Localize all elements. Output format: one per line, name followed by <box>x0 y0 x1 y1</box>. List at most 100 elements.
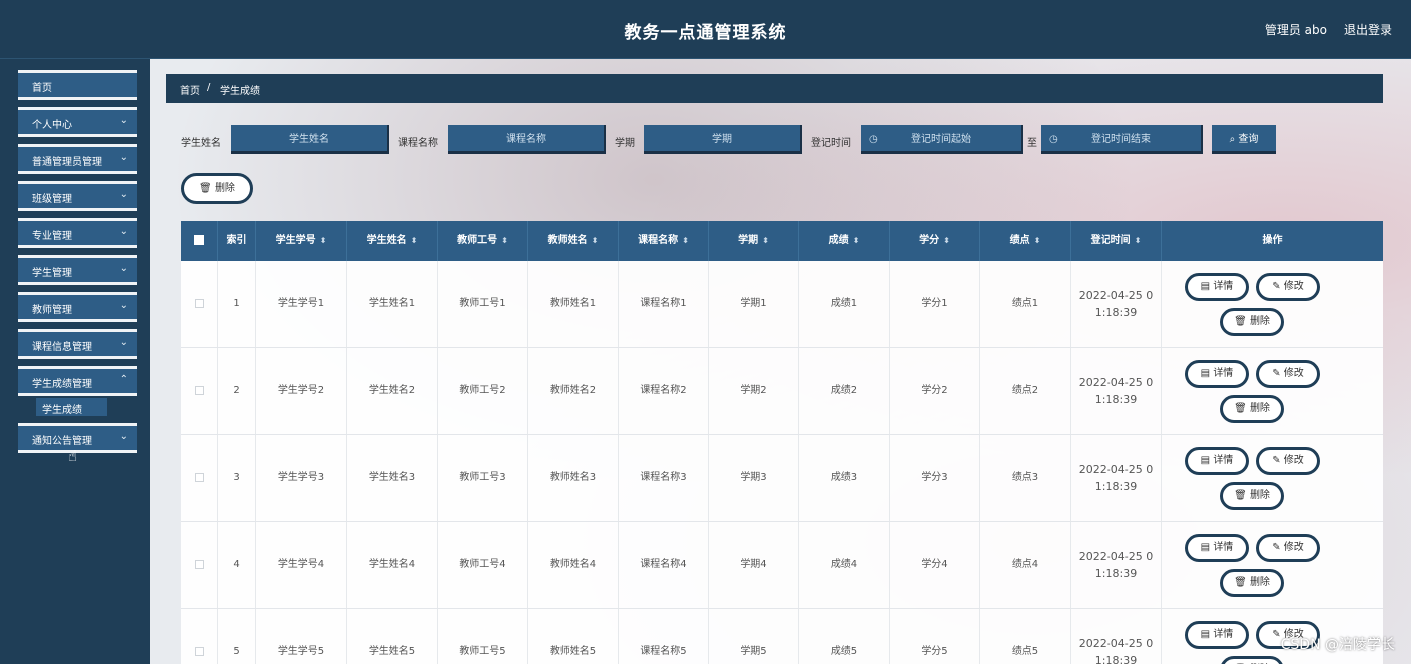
cell-course: 课程名称2 <box>619 348 709 434</box>
cell-index: 5 <box>218 609 256 664</box>
document-icon: ▤ <box>1200 629 1214 640</box>
cell-score: 成绩4 <box>799 522 890 608</box>
edit-button[interactable]: ✎ 修改 <box>1256 273 1320 301</box>
table-row: 4 学生学号4 学生姓名4 教师工号4 教师姓名4 课程名称4 学期4 成绩4 学分4 绩点4 20… <box>181 522 1383 609</box>
header-term[interactable]: 学期 ⬍ <box>709 221 799 261</box>
table-row: 1 学生学号1 学生姓名1 教师工号1 教师姓名1 课程名称1 学期1 成绩1 学分1 绩点1 20… <box>181 261 1383 348</box>
sidebar-item-label: 首页 <box>32 83 52 94</box>
sidebar-item-class-management[interactable]: 班级管理 ⌄ <box>18 181 137 211</box>
sidebar-item-major-management[interactable]: 专业管理 ⌄ <box>18 218 137 248</box>
pencil-icon: ✎ <box>1272 368 1284 379</box>
edit-button-label: 修改 <box>1283 368 1304 379</box>
delete-button-label: 删除 <box>1249 577 1270 588</box>
sidebar-item-label: 课程信息管理 <box>32 342 92 353</box>
sidebar-item-notice-management[interactable]: 通知公告管理 ⌄ <box>18 423 137 453</box>
edit-button[interactable]: ✎ 修改 <box>1256 360 1320 388</box>
cell-time: 2022-04-25 0 1:18:39 <box>1071 261 1162 347</box>
search-icon: ⌕ <box>1229 134 1236 145</box>
cell-gpa: 绩点3 <box>980 435 1071 521</box>
cell-time-line: 2022-04-25 0 <box>1078 463 1154 476</box>
student-name-input[interactable]: 学生姓名 <box>231 125 389 154</box>
query-button[interactable]: ⌕ 查询 <box>1212 125 1276 154</box>
cell-index: 2 <box>218 348 256 434</box>
watermark: CSDN @涪陵学长 <box>1280 637 1395 653</box>
delete-button[interactable]: 🗑 删除 <box>1220 308 1284 336</box>
current-user: 管理员 abo <box>1264 23 1327 37</box>
sidebar-item-admin-management[interactable]: 普通管理员管理 ⌄ <box>18 144 137 174</box>
cell-student-no: 学生学号3 <box>256 435 347 521</box>
header-student-no[interactable]: 学生学号 ⬍ <box>256 221 347 261</box>
sidebar-item-personal-center[interactable]: 个人中心 ⌄ <box>18 107 137 137</box>
cell-teacher-name: 教师姓名1 <box>528 261 619 347</box>
time-start-input[interactable]: ◷ 登记时间起始 <box>861 125 1023 154</box>
sidebar-item-student-management[interactable]: 学生管理 ⌄ <box>18 255 137 285</box>
cell-term: 学期2 <box>709 348 799 434</box>
header-teacher-name[interactable]: 教师姓名 ⬍ <box>528 221 619 261</box>
sort-icon: ⬍ <box>319 236 327 245</box>
detail-button[interactable]: ▤ 详情 <box>1185 447 1249 475</box>
detail-button[interactable]: ▤ 详情 <box>1185 273 1249 301</box>
term-input[interactable]: 学期 <box>644 125 802 154</box>
header-score[interactable]: 成绩 ⬍ <box>799 221 890 261</box>
cell-teacher-name: 教师姓名4 <box>528 522 619 608</box>
header-teacher-no[interactable]: 教师工号 ⬍ <box>438 221 528 261</box>
breadcrumb-home[interactable]: 首页 <box>180 82 200 97</box>
detail-button-label: 详情 <box>1213 455 1234 466</box>
sidebar-item-score-management[interactable]: 学生成绩管理 ⌃ <box>18 366 137 396</box>
course-name-input[interactable]: 课程名称 <box>448 125 606 154</box>
select-all-checkbox[interactable] <box>181 221 218 261</box>
sidebar-item-home[interactable]: 首页 <box>18 70 137 100</box>
edit-button[interactable]: ✎ 修改 <box>1256 534 1320 562</box>
breadcrumb: 首页 / 学生成绩 <box>166 74 1383 103</box>
row-checkbox[interactable] <box>181 609 218 664</box>
sidebar-subitem-student-score[interactable]: 学生成绩 <box>36 398 107 416</box>
detail-button[interactable]: ▤ 详情 <box>1185 621 1249 649</box>
delete-button[interactable]: 🗑 删除 <box>1220 656 1284 664</box>
cell-actions: ▤ 详情✎ 修改 🗑 删除 <box>1162 435 1383 521</box>
cell-time-line: 2022-04-25 0 <box>1078 376 1154 389</box>
delete-button[interactable]: 🗑 删除 <box>1220 482 1284 510</box>
chevron-down-icon: ⌄ <box>119 226 128 237</box>
delete-button[interactable]: 🗑 删除 <box>1220 569 1284 597</box>
header-gpa[interactable]: 绩点 ⬍ <box>980 221 1071 261</box>
header-credit[interactable]: 学分 ⬍ <box>890 221 980 261</box>
course-name-label: 课程名称 <box>398 138 438 149</box>
row-checkbox[interactable] <box>181 435 218 521</box>
detail-button[interactable]: ▤ 详情 <box>1185 534 1249 562</box>
document-icon: ▤ <box>1200 542 1214 553</box>
sort-icon: ⬍ <box>501 236 508 245</box>
edit-button[interactable]: ✎ 修改 <box>1256 447 1320 475</box>
document-icon: ▤ <box>1200 368 1214 379</box>
app-title: 教务一点通管理系统 <box>624 23 787 43</box>
row-checkbox[interactable] <box>181 522 218 608</box>
cell-gpa: 绩点1 <box>980 261 1071 347</box>
time-end-placeholder: 登记时间结束 <box>1091 134 1151 145</box>
cell-teacher-no: 教师工号1 <box>438 261 528 347</box>
sidebar: 首页 个人中心 ⌄ 普通管理员管理 ⌄ 班级管理 ⌄ 专业管理 ⌄ 学生管理 ⌄… <box>0 59 150 664</box>
cell-time: 2022-04-25 0 1:18:39 <box>1071 348 1162 434</box>
row-checkbox[interactable] <box>181 348 218 434</box>
cell-time-line: 2022-04-25 0 <box>1078 637 1154 650</box>
cell-teacher-name: 教师姓名2 <box>528 348 619 434</box>
cell-time-line: 1:18:39 <box>1094 306 1138 319</box>
edit-button-label: 修改 <box>1283 455 1304 466</box>
header-index: 索引 <box>218 221 256 261</box>
batch-delete-button[interactable]: 🗑 删除 <box>181 173 253 204</box>
detail-button[interactable]: ▤ 详情 <box>1185 360 1249 388</box>
cell-time-line: 1:18:39 <box>1094 480 1138 493</box>
sidebar-item-teacher-management[interactable]: 教师管理 ⌄ <box>18 292 137 322</box>
header-course[interactable]: 课程名称 ⬍ <box>619 221 709 261</box>
sidebar-item-course-management[interactable]: 课程信息管理 ⌄ <box>18 329 137 359</box>
cell-index: 1 <box>218 261 256 347</box>
time-end-input[interactable]: ◷ 登记时间结束 <box>1041 125 1203 154</box>
header-student-name[interactable]: 学生姓名 ⬍ <box>347 221 438 261</box>
chevron-down-icon: ⌄ <box>119 189 128 200</box>
logout-link[interactable]: 退出登录 <box>1344 21 1392 38</box>
delete-button[interactable]: 🗑 删除 <box>1220 395 1284 423</box>
trash-icon: 🗑 <box>1234 403 1250 414</box>
sort-icon: ⬍ <box>682 236 689 245</box>
breadcrumb-separator: / <box>207 82 211 93</box>
cell-teacher-no: 教师工号5 <box>438 609 528 664</box>
header-time[interactable]: 登记时间 ⬍ <box>1071 221 1162 261</box>
row-checkbox[interactable] <box>181 261 218 347</box>
